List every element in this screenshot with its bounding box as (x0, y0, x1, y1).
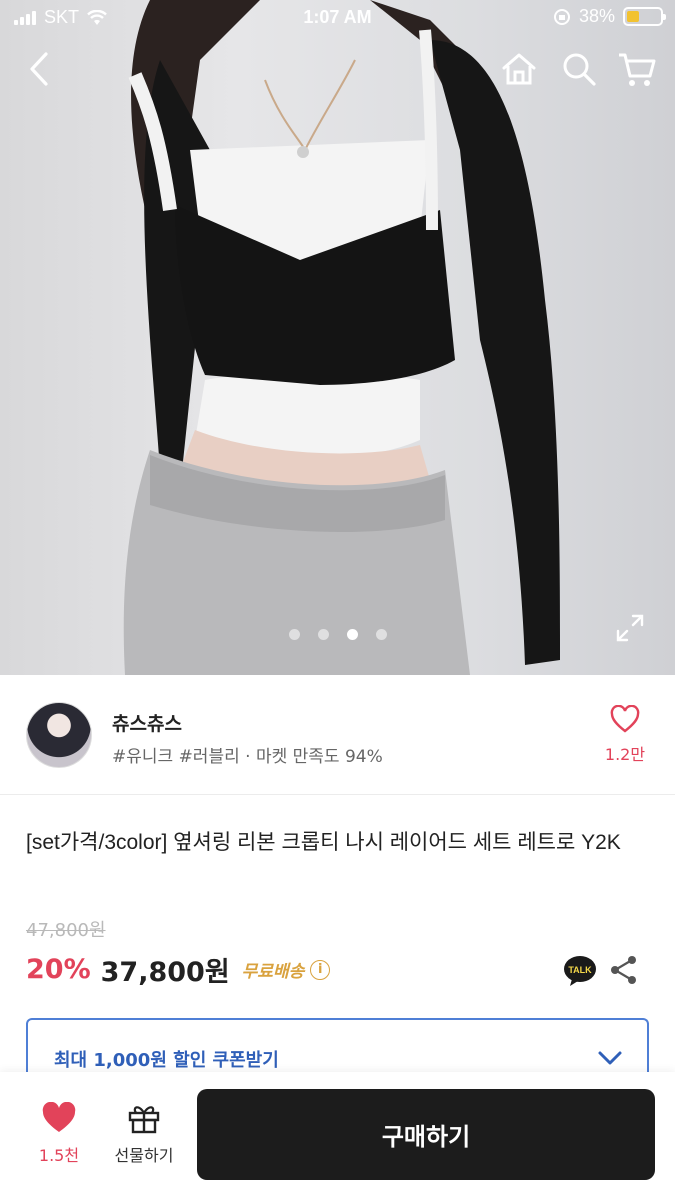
bottom-action-bar: 1.5천 선물하기 구매하기 (0, 1072, 675, 1200)
battery-percent: 38% (578, 6, 615, 26)
seller-name[interactable]: 츄스츄스 (112, 709, 182, 736)
sale-price: 37,800원 (100, 957, 230, 988)
talk-icon[interactable]: TALK (562, 954, 598, 988)
wish-count: 1.5천 (38, 1146, 80, 1165)
gallery-pagination (0, 629, 675, 640)
coupon-label[interactable]: 최대 1,000원 할인 쿠폰받기 (54, 1046, 279, 1072)
gift-button[interactable]: 선물하기 (108, 1102, 180, 1166)
orientation-lock-icon (553, 8, 570, 25)
price-row: 20% 37,800원 무료배송 i (26, 950, 331, 989)
page-dot[interactable] (317, 629, 329, 640)
battery-icon (623, 7, 666, 26)
home-icon[interactable] (498, 48, 540, 90)
avatar[interactable] (26, 702, 92, 768)
original-price: 47,800원 (26, 920, 106, 941)
gift-label: 선물하기 (114, 1146, 174, 1165)
heart-outline-icon (610, 704, 640, 733)
page-dot[interactable] (375, 629, 387, 640)
wish-button[interactable]: 1.5천 (28, 1101, 90, 1166)
product-image[interactable]: SKT 1:07 AM 38% (0, 0, 675, 675)
cart-icon[interactable] (616, 48, 658, 90)
page-dot-active[interactable] (346, 629, 358, 640)
share-icon[interactable] (608, 954, 640, 986)
free-shipping-label: 무료배송 (241, 962, 305, 982)
expand-icon[interactable] (614, 612, 646, 644)
search-icon[interactable] (558, 48, 600, 90)
product-title: [set가격/3color] 옆셔링 리본 크롭티 나시 레이어드 세트 레트로… (26, 831, 621, 854)
gift-icon (128, 1106, 160, 1134)
status-bar: SKT 1:07 AM 38% (0, 0, 675, 36)
page-dot[interactable] (288, 629, 300, 640)
info-icon[interactable]: i (310, 959, 331, 980)
talk-icon-label: TALK (568, 965, 592, 975)
chevron-down-icon[interactable] (597, 1050, 623, 1066)
back-icon[interactable] (20, 48, 62, 90)
product-photo-illustration (123, 0, 560, 675)
seller-like-count: 1.2만 (604, 745, 646, 764)
seller-section[interactable]: 츄스츄스 #유니크 #러블리 · 마켓 만족도 94% 1.2만 (0, 675, 675, 795)
seller-meta: #유니크 #러블리 · 마켓 만족도 94% (112, 747, 383, 767)
discount-rate: 20% (26, 954, 91, 985)
buy-button[interactable]: 구매하기 (197, 1089, 655, 1180)
heart-filled-icon (42, 1101, 76, 1132)
seller-like-button[interactable]: 1.2만 (601, 704, 649, 765)
